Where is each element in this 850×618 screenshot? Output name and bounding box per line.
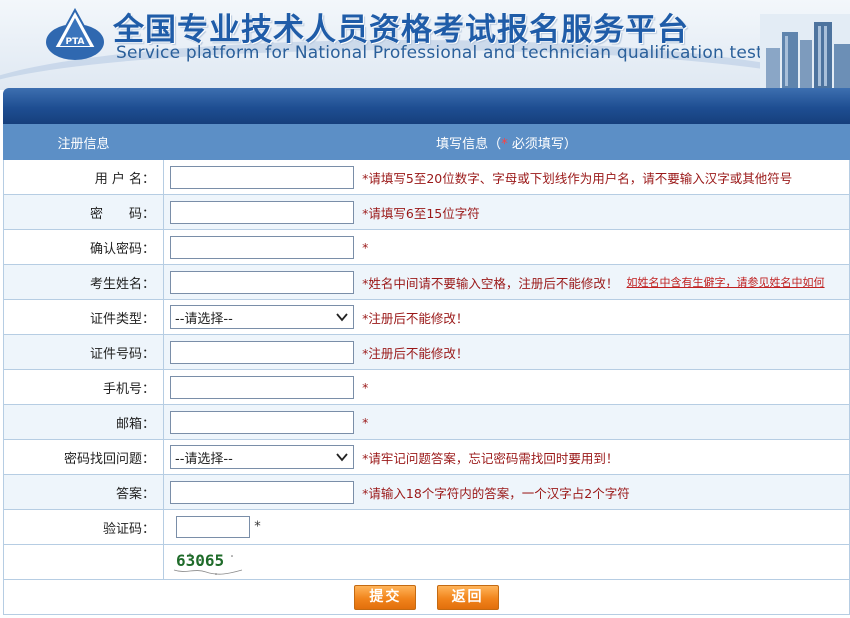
captcha-required-star: * bbox=[254, 519, 261, 535]
form-row-confirm-password: 确认密码： * bbox=[3, 229, 850, 265]
header-fill-prefix: 填写信息（ bbox=[436, 136, 502, 152]
confirm-password-label: 确认密码： bbox=[3, 229, 164, 265]
name-input[interactable] bbox=[170, 270, 354, 294]
form-row-captcha-image: 63065 bbox=[3, 544, 850, 580]
id-number-label: 证件号码： bbox=[3, 334, 164, 370]
security-question-selected-value: --请选择-- bbox=[175, 452, 233, 467]
form-row-phone: 手机号： * bbox=[3, 369, 850, 405]
site-subtitle: Service platform for National Profession… bbox=[116, 43, 763, 63]
rare-character-help-link[interactable]: 如姓名中含有生僻字，请参见姓名中如何 bbox=[627, 276, 825, 289]
header-fill-suffix: 必须填写） bbox=[507, 136, 577, 152]
confirm-password-input[interactable] bbox=[170, 235, 354, 259]
form-row-id-type: 证件类型： --请选择-- *注册后不能修改！ bbox=[3, 299, 850, 335]
registration-form: 注册信息 填写信息（* 必须填写） 用 户 名： *请填写5至20位数字、字母或… bbox=[3, 124, 850, 615]
pta-logo-icon: PTA bbox=[46, 8, 104, 60]
captcha-text: 63065 bbox=[176, 551, 224, 570]
password-hint: *请填写6至15位字符 bbox=[362, 205, 480, 221]
confirm-password-hint: * bbox=[362, 239, 369, 255]
form-row-answer: 答案： *请输入18个字符内的答案，一个汉字占2个字符 bbox=[3, 474, 850, 510]
id-number-hint: *注册后不能修改！ bbox=[362, 345, 469, 361]
email-hint: * bbox=[362, 414, 369, 430]
captcha-image[interactable]: 63065 bbox=[172, 548, 244, 576]
captcha-label: 验证码： bbox=[3, 509, 164, 545]
id-type-hint: *注册后不能修改！ bbox=[362, 310, 469, 326]
username-label: 用 户 名： bbox=[3, 159, 164, 195]
table-header-row: 注册信息 填写信息（* 必须填写） bbox=[3, 124, 850, 160]
password-label: 密 码： bbox=[3, 194, 164, 230]
answer-label: 答案： bbox=[3, 474, 164, 510]
form-row-captcha: 验证码： * bbox=[3, 509, 850, 545]
id-number-input[interactable] bbox=[170, 340, 354, 364]
form-row-password: 密 码： *请填写6至15位字符 bbox=[3, 194, 850, 230]
header-register-info: 注册信息 bbox=[3, 124, 164, 160]
id-type-label: 证件类型： bbox=[3, 299, 164, 335]
form-actions-row: 提交 返回 bbox=[3, 579, 850, 615]
form-row-security-question: 密码找回问题： --请选择-- *请牢记问题答案，忘记密码需找回时要用到！ bbox=[3, 439, 850, 475]
id-type-select[interactable]: --请选择-- bbox=[170, 305, 354, 329]
password-input[interactable] bbox=[170, 200, 354, 224]
form-row-name: 考生姓名： *姓名中间请不要输入空格，注册后不能修改！ 如姓名中含有生僻字，请参… bbox=[3, 264, 850, 300]
submit-button[interactable]: 提交 bbox=[354, 584, 417, 610]
security-question-label: 密码找回问题： bbox=[3, 439, 164, 475]
username-input[interactable] bbox=[170, 165, 354, 189]
phone-label: 手机号： bbox=[3, 369, 164, 405]
captcha-input[interactable] bbox=[176, 516, 251, 538]
email-input[interactable] bbox=[170, 410, 354, 434]
back-button[interactable]: 返回 bbox=[436, 584, 499, 610]
logo-text: PTA bbox=[65, 37, 84, 47]
chevron-down-icon bbox=[336, 313, 348, 322]
answer-input[interactable] bbox=[170, 480, 354, 504]
form-row-username: 用 户 名： *请填写5至20位数字、字母或下划线作为用户名，请不要输入汉字或其… bbox=[3, 159, 850, 195]
chevron-down-icon bbox=[336, 453, 348, 462]
site-header: PTA 全国专业技术人员资格考试报名服务平台 Service platform … bbox=[0, 0, 850, 90]
security-question-hint: *请牢记问题答案，忘记密码需找回时要用到！ bbox=[362, 450, 619, 466]
security-question-select[interactable]: --请选择-- bbox=[170, 445, 354, 469]
id-type-selected-value: --请选择-- bbox=[175, 312, 233, 327]
email-label: 邮箱： bbox=[3, 404, 164, 440]
form-row-email: 邮箱： * bbox=[3, 404, 850, 440]
phone-input[interactable] bbox=[170, 375, 354, 399]
navigation-bar bbox=[3, 88, 850, 124]
name-hint: *姓名中间请不要输入空格，注册后不能修改！ bbox=[362, 275, 619, 291]
username-hint: *请填写5至20位数字、字母或下划线作为用户名，请不要输入汉字或其他符号 bbox=[362, 170, 793, 186]
header-fill-info: 填写信息（* 必须填写） bbox=[163, 124, 850, 160]
name-label: 考生姓名： bbox=[3, 264, 164, 300]
form-row-id-number: 证件号码： *注册后不能修改！ bbox=[3, 334, 850, 370]
city-skyline-image bbox=[760, 14, 850, 90]
phone-hint: * bbox=[362, 379, 369, 395]
answer-hint: *请输入18个字符内的答案，一个汉字占2个字符 bbox=[362, 485, 630, 501]
